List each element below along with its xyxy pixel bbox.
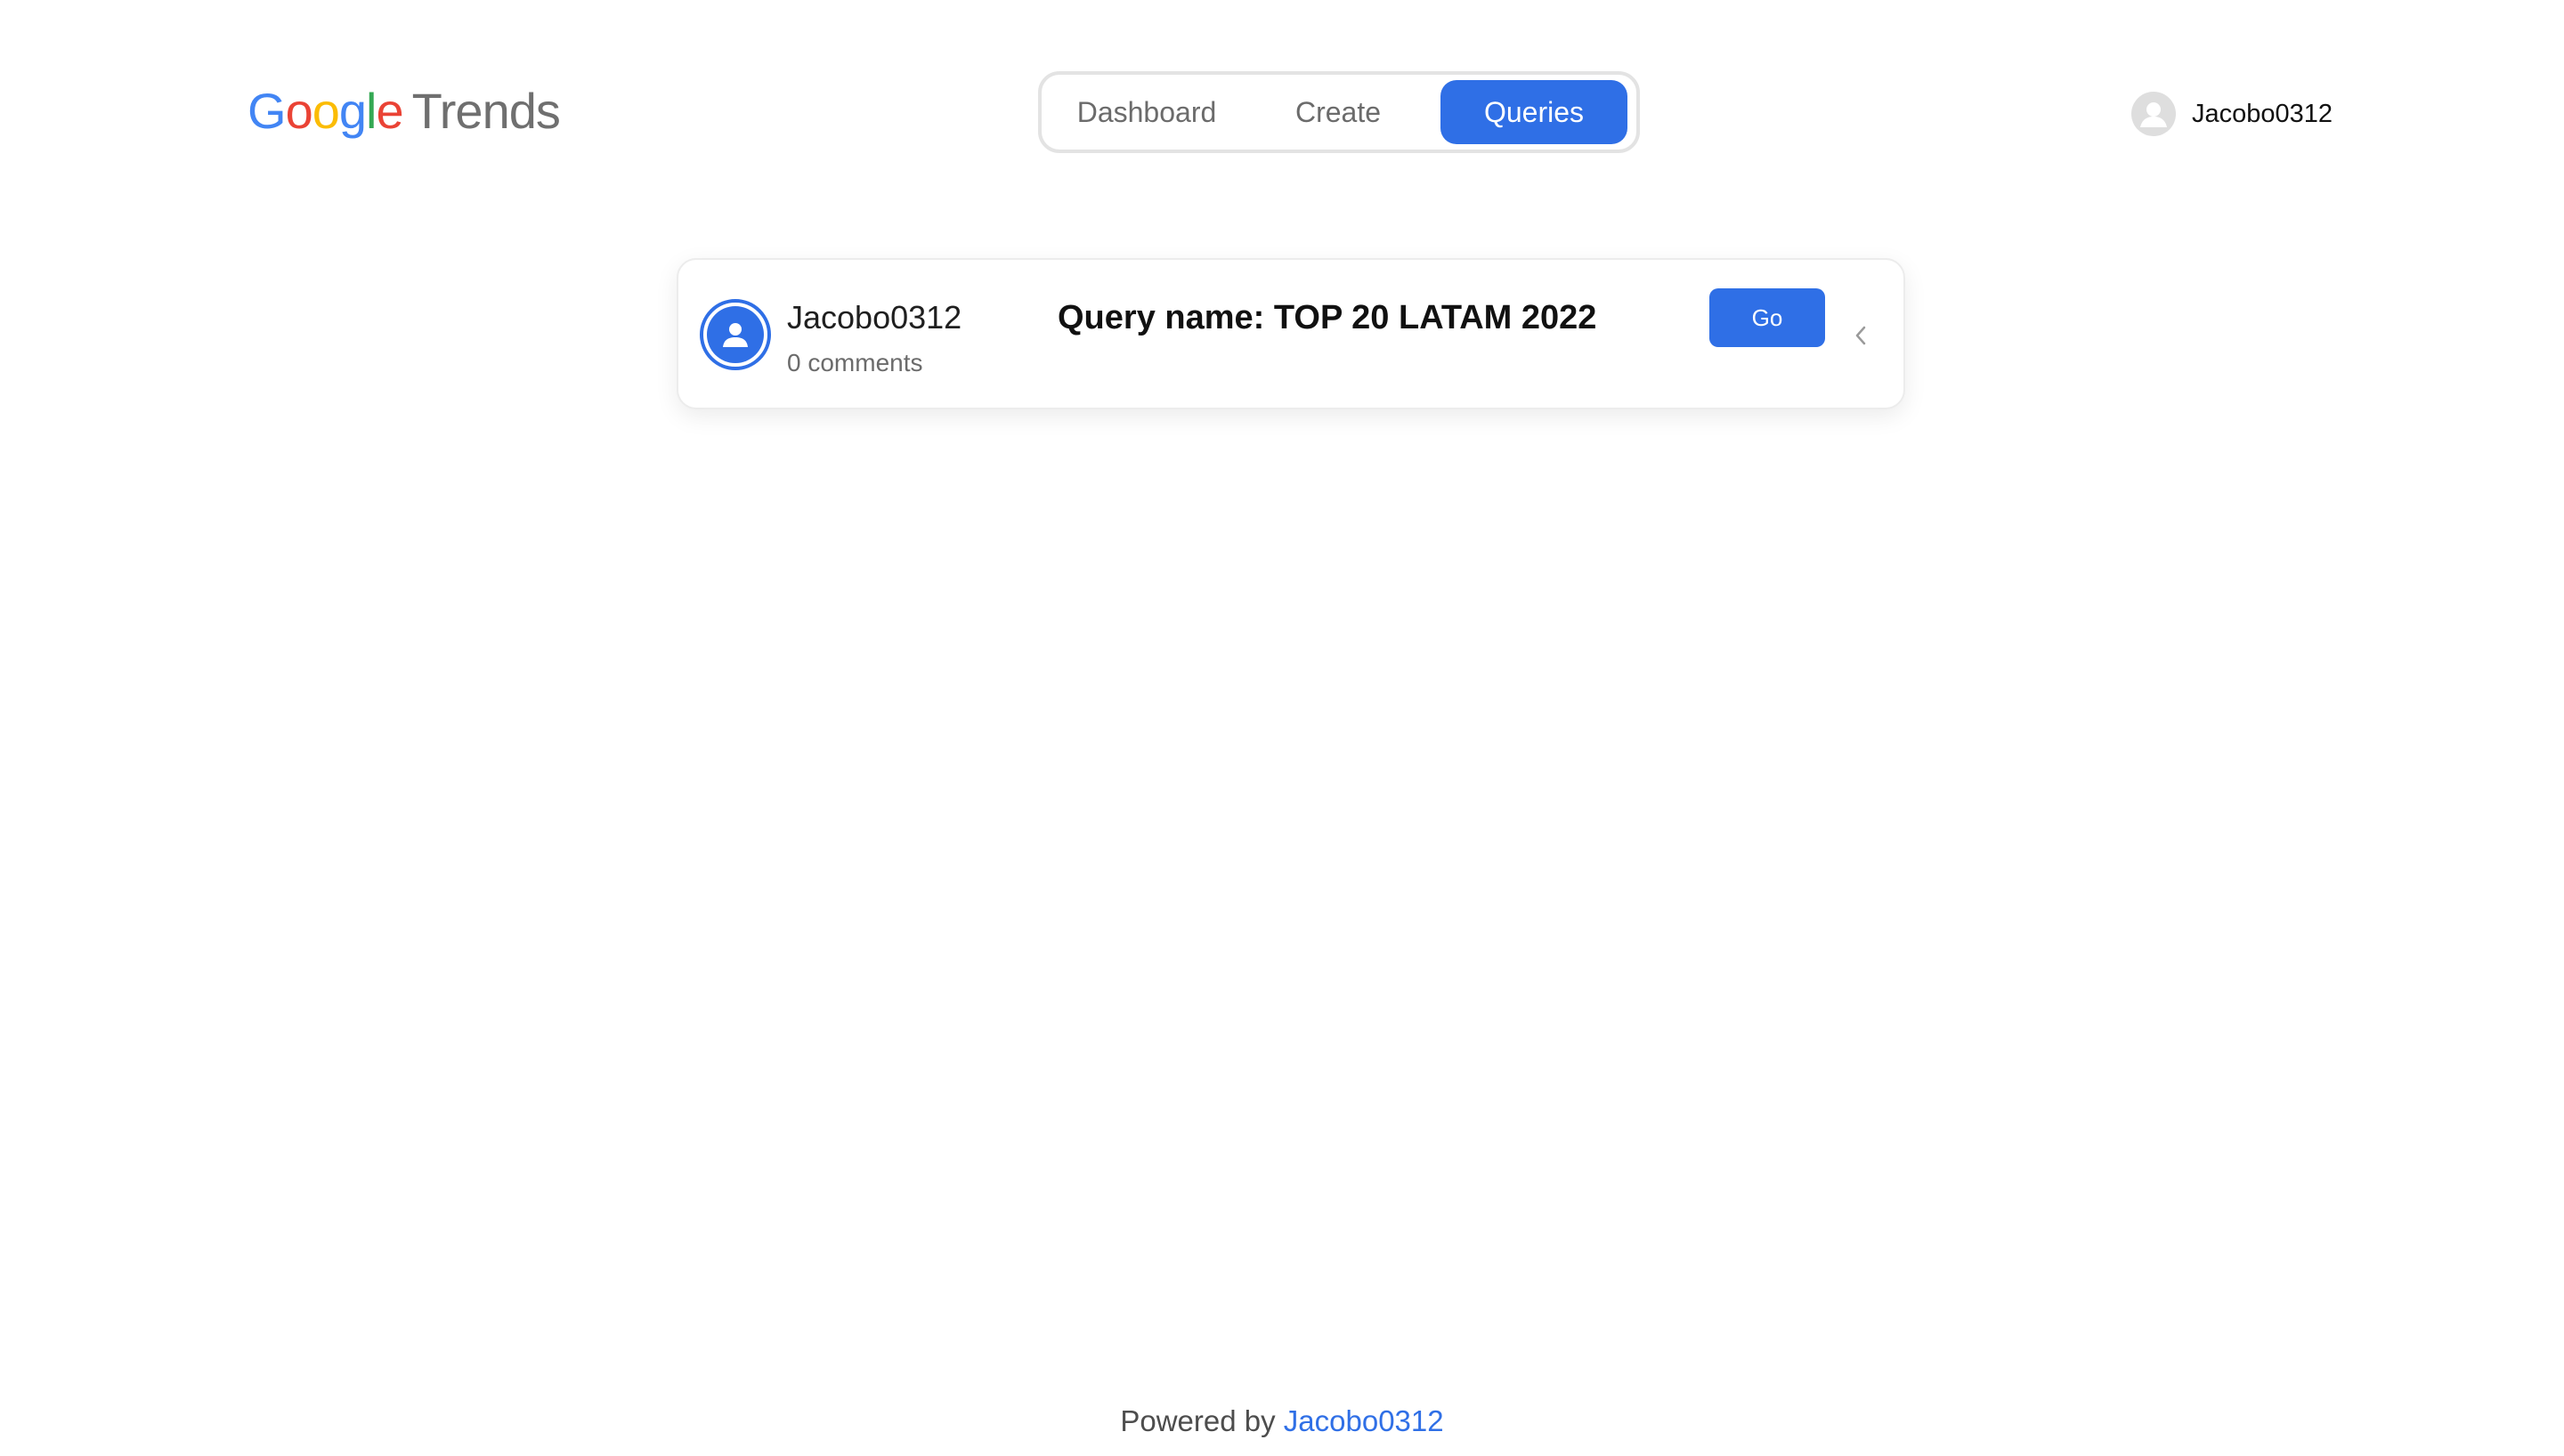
google-trends-logo[interactable]: Google Trends [247, 82, 561, 144]
logo-letter-g2: g [338, 83, 367, 139]
logo-letter-g1: G [247, 83, 287, 139]
go-button[interactable]: Go [1709, 288, 1825, 347]
logo-letter-o1: o [285, 83, 313, 139]
query-title: Query name: TOP 20 LATAM 2022 [1058, 299, 1597, 336]
user-avatar-icon [2131, 92, 2176, 136]
author-avatar [700, 299, 771, 370]
user-icon [707, 306, 764, 363]
chevron-left-icon[interactable] [1850, 322, 1871, 349]
page: Google Trends Dashboard Create Queries J… [0, 0, 2564, 1456]
user-name: Jacobo0312 [2192, 99, 2333, 128]
query-author: Jacobo0312 [787, 299, 962, 336]
logo-letter-o2: o [312, 83, 340, 139]
tab-dashboard[interactable]: Dashboard [1049, 80, 1245, 144]
logo-suffix: Trends [411, 83, 561, 139]
footer: Powered by Jacobo0312 [0, 1404, 2564, 1438]
footer-prefix: Powered by [1120, 1404, 1276, 1437]
logo-letter-l: l [366, 83, 377, 139]
logo-letter-e: e [376, 83, 403, 139]
footer-author-link[interactable]: Jacobo0312 [1284, 1404, 1444, 1437]
comments-count[interactable]: 0 comments [787, 349, 923, 377]
tab-queries[interactable]: Queries [1440, 80, 1627, 144]
tab-create[interactable]: Create [1245, 80, 1432, 144]
query-card: Jacobo0312 0 comments Query name: TOP 20… [677, 258, 1905, 409]
user-menu[interactable]: Jacobo0312 [2131, 89, 2333, 139]
main-nav: Dashboard Create Queries [1038, 71, 1640, 153]
